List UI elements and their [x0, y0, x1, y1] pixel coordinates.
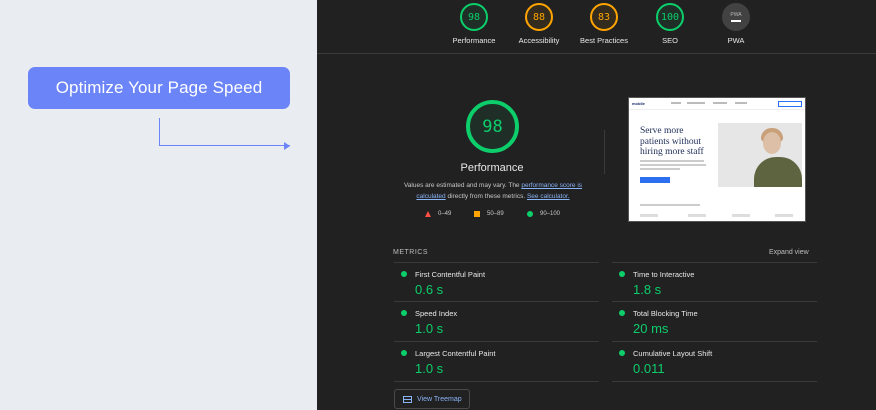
thumb-partner-logo	[640, 214, 658, 217]
thumb-nav-button	[778, 101, 802, 107]
thumb-partner-logos	[640, 214, 800, 217]
square-icon	[474, 211, 480, 217]
metric-value: 0.6 s	[415, 282, 444, 297]
desc-text: directly from these metrics.	[445, 193, 527, 200]
circle-icon	[527, 211, 533, 217]
gauge-label: Accessibility	[518, 36, 560, 45]
photo-face	[763, 132, 781, 154]
pass-circle-icon	[619, 310, 625, 316]
treemap-icon	[403, 395, 412, 403]
metric-time-to-interactive: Time to Interactive 1.8 s	[612, 262, 817, 302]
metric-first-contentful-paint: First Contentful Paint 0.6 s	[394, 262, 599, 302]
pass-circle-icon	[619, 350, 625, 356]
thumb-nav-link	[713, 102, 727, 104]
optimize-page-speed-button[interactable]: Optimize Your Page Speed	[28, 67, 290, 109]
legend-range: 0–49	[438, 211, 452, 217]
thumb-text-line	[640, 160, 704, 162]
metric-label: Total Blocking Time	[633, 309, 698, 318]
score-gauge: 98	[460, 3, 488, 31]
triangle-icon	[425, 211, 431, 217]
metric-total-blocking-time: Total Blocking Time 20 ms	[612, 302, 817, 342]
arrow-right-icon	[284, 142, 290, 150]
pwa-badge-text: PWA	[730, 12, 742, 18]
legend-item-fail: 0–49	[425, 211, 451, 217]
gauge-label: Best Practices	[580, 36, 628, 45]
pass-circle-icon	[401, 310, 407, 316]
score-legend: 0–49 50–89 90–100	[425, 211, 585, 221]
see-calculator-link[interactable]: See calculator.	[527, 193, 570, 200]
metrics-header: METRICS	[393, 249, 428, 256]
thumb-partner-logo	[732, 214, 750, 217]
thumb-text-line	[640, 168, 680, 170]
metric-label: Cumulative Layout Shift	[633, 349, 713, 358]
expand-view-toggle[interactable]: Expand view	[769, 249, 809, 256]
metric-label: Speed Index	[415, 309, 458, 318]
metric-cumulative-layout-shift: Cumulative Layout Shift 0.011	[612, 342, 817, 382]
gauge-label: PWA	[727, 36, 745, 45]
metric-value: 1.0 s	[415, 361, 444, 376]
score-gauge: 83	[590, 3, 618, 31]
thumb-nav-link	[687, 102, 705, 104]
pass-circle-icon	[619, 271, 625, 277]
pwa-dash-icon	[731, 20, 741, 22]
thumb-partner-logo	[775, 214, 793, 217]
gauge-label: SEO	[662, 36, 678, 45]
thumb-navbar: mobile	[629, 98, 805, 110]
metric-label: Largest Contentful Paint	[415, 349, 496, 358]
pass-circle-icon	[401, 350, 407, 356]
metric-value: 1.0 s	[415, 321, 444, 336]
divider	[604, 130, 605, 174]
gauge-label: Performance	[452, 36, 496, 45]
thumb-text-line	[640, 164, 706, 166]
thumb-text-line	[640, 204, 700, 206]
thumb-cta-button	[640, 177, 670, 183]
legend-range: 90–100	[540, 211, 561, 217]
legend-item-pass: 90–100	[527, 211, 560, 217]
thumb-hero-photo	[718, 123, 802, 187]
promo-panel: Optimize Your Page Speed	[0, 0, 317, 410]
score-gauge: 88	[525, 3, 553, 31]
legend-range: 50–89	[487, 211, 504, 217]
thumb-hero-heading: Serve more patients without hiring more …	[640, 126, 704, 157]
desc-text: Values are estimated and may vary. The	[403, 182, 522, 189]
photo-shirt	[754, 157, 802, 187]
metric-value: 20 ms	[633, 321, 669, 336]
performance-title: Performance	[460, 162, 524, 174]
page-screenshot-thumbnail[interactable]: mobile Serve more patients without hirin…	[628, 97, 806, 222]
legend-item-average: 50–89	[474, 211, 504, 217]
score-gauge: 100	[656, 3, 684, 31]
performance-description: Values are estimated and may vary. The p…	[393, 180, 593, 202]
pass-circle-icon	[401, 271, 407, 277]
metric-label: Time to Interactive	[633, 270, 695, 279]
gauge-pwa[interactable]: PWA PWA	[696, 3, 776, 45]
thumb-partner-logo	[688, 214, 706, 217]
metric-speed-index: Speed Index 1.0 s	[394, 302, 599, 342]
thumb-nav-link	[735, 102, 747, 104]
metric-value: 1.8 s	[633, 282, 662, 297]
metric-value: 0.011	[633, 361, 665, 376]
lighthouse-report: 98 Performance 88 Accessibility 83 Best …	[317, 0, 876, 410]
score-summary-bar: 98 Performance 88 Accessibility 83 Best …	[317, 0, 876, 54]
pwa-badge-icon: PWA	[722, 3, 750, 31]
metric-label: First Contentful Paint	[415, 270, 486, 279]
view-treemap-button[interactable]: View Treemap	[394, 389, 470, 409]
thumb-nav-link	[671, 102, 681, 104]
metric-largest-contentful-paint: Largest Contentful Paint 1.0 s	[394, 342, 599, 382]
treemap-label: View Treemap	[417, 395, 462, 403]
thumb-logo: mobile	[632, 101, 645, 106]
performance-score-gauge: 98	[466, 100, 519, 153]
connector-line	[159, 118, 290, 146]
